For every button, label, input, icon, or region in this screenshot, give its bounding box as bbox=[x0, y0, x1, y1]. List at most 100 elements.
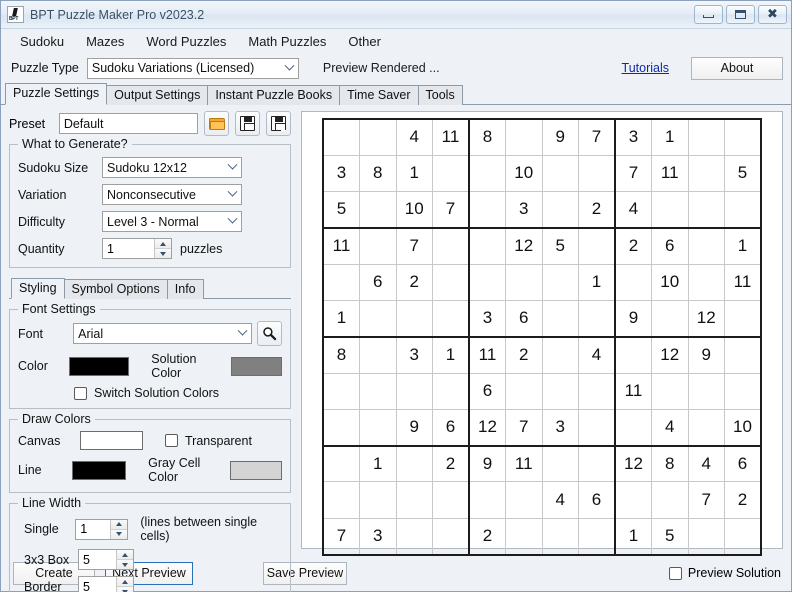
sudoku-cell[interactable]: 1 bbox=[359, 444, 397, 483]
sudoku-cell[interactable]: 6 bbox=[505, 299, 543, 338]
sudoku-cell[interactable] bbox=[432, 517, 470, 556]
sudoku-cell[interactable]: 2 bbox=[432, 444, 470, 483]
single-stepper[interactable]: 1 bbox=[75, 518, 129, 540]
sudoku-cell[interactable]: 4 bbox=[687, 444, 725, 483]
sudoku-cell[interactable]: 2 bbox=[468, 517, 506, 556]
sudoku-cell[interactable]: 2 bbox=[614, 226, 652, 265]
tab-info[interactable]: Info bbox=[166, 279, 204, 299]
about-button[interactable]: About bbox=[691, 56, 783, 80]
sudoku-cell[interactable]: 6 bbox=[724, 444, 762, 483]
menu-item-word-puzzles[interactable]: Word Puzzles bbox=[135, 31, 237, 52]
sudoku-cell[interactable]: 4 bbox=[541, 481, 579, 519]
quantity-decrement[interactable] bbox=[155, 249, 171, 258]
sudoku-cell[interactable]: 6 bbox=[432, 408, 470, 447]
preset-input[interactable]: Default bbox=[58, 113, 199, 134]
sudoku-cell[interactable] bbox=[614, 481, 652, 519]
sudoku-cell[interactable] bbox=[322, 481, 360, 519]
sudoku-cell[interactable]: 5 bbox=[651, 517, 689, 556]
sudoku-cell[interactable]: 9 bbox=[687, 335, 725, 374]
sudoku-cell[interactable] bbox=[687, 263, 725, 301]
sudoku-cell[interactable]: 7 bbox=[687, 481, 725, 519]
sudoku-cell[interactable]: 3 bbox=[359, 517, 397, 556]
sudoku-cell[interactable] bbox=[578, 408, 616, 447]
canvas-swatch[interactable] bbox=[80, 431, 143, 450]
sudoku-cell[interactable]: 1 bbox=[724, 226, 762, 265]
tab-time-saver[interactable]: Time Saver bbox=[339, 85, 419, 105]
sudoku-cell[interactable] bbox=[468, 263, 506, 301]
sudoku-cell[interactable] bbox=[395, 372, 433, 410]
difficulty-select[interactable]: Level 3 - Normal bbox=[102, 211, 242, 232]
minimize-icon[interactable] bbox=[694, 5, 723, 24]
folder-open-icon[interactable] bbox=[204, 111, 230, 136]
sudoku-cell[interactable] bbox=[395, 299, 433, 338]
puzzle-preview-canvas[interactable]: 4 11 8 9 7 3 1 3 8 1 10 7 11 5 5 10 7 3 2 4 11 7 12 5 2 6 1 6 2 1 10 11… bbox=[301, 111, 783, 556]
sudoku-cell[interactable] bbox=[578, 517, 616, 556]
sudoku-cell[interactable]: 11 bbox=[505, 444, 543, 483]
sudoku-cell[interactable]: 11 bbox=[651, 154, 689, 193]
box-increment[interactable] bbox=[117, 550, 133, 560]
single-increment[interactable] bbox=[111, 519, 128, 530]
sudoku-cell[interactable]: 7 bbox=[614, 154, 652, 193]
sudoku-cell[interactable] bbox=[541, 517, 579, 556]
sudoku-cell[interactable] bbox=[724, 299, 762, 338]
magnifier-icon[interactable] bbox=[257, 321, 282, 346]
sudoku-cell[interactable] bbox=[505, 117, 543, 156]
sudoku-cell[interactable] bbox=[724, 335, 762, 374]
sudoku-cell[interactable] bbox=[578, 372, 616, 410]
sudoku-cell[interactable] bbox=[687, 226, 725, 265]
single-spin-buttons[interactable] bbox=[110, 519, 128, 539]
sudoku-cell[interactable] bbox=[578, 154, 616, 193]
sudoku-cell[interactable]: 9 bbox=[395, 408, 433, 447]
sudoku-cell[interactable]: 4 bbox=[651, 408, 689, 447]
sudoku-cell[interactable]: 7 bbox=[432, 191, 470, 229]
variation-select[interactable]: Nonconsecutive bbox=[102, 184, 242, 205]
menu-item-math-puzzles[interactable]: Math Puzzles bbox=[237, 31, 337, 52]
sudoku-cell[interactable]: 11 bbox=[432, 117, 470, 156]
sudoku-cell[interactable]: 8 bbox=[359, 154, 397, 193]
sudoku-cell[interactable]: 9 bbox=[468, 444, 506, 483]
sudoku-cell[interactable] bbox=[724, 117, 762, 156]
sudoku-cell[interactable]: 1 bbox=[614, 517, 652, 556]
sudoku-cell[interactable]: 6 bbox=[359, 263, 397, 301]
sudoku-cell[interactable] bbox=[395, 481, 433, 519]
menu-item-other[interactable]: Other bbox=[337, 31, 392, 52]
single-decrement[interactable] bbox=[111, 529, 128, 539]
sudoku-cell[interactable]: 6 bbox=[468, 372, 506, 410]
sudoku-cell[interactable] bbox=[724, 517, 762, 556]
switch-solution-colors-checkbox[interactable] bbox=[74, 386, 87, 400]
tutorials-link[interactable]: Tutorials bbox=[622, 61, 669, 75]
sudoku-cell[interactable] bbox=[322, 263, 360, 301]
sudoku-cell[interactable] bbox=[724, 372, 762, 410]
save-icon[interactable] bbox=[235, 111, 261, 136]
sudoku-cell[interactable] bbox=[614, 408, 652, 447]
sudoku-cell[interactable]: 8 bbox=[322, 335, 360, 374]
sudoku-cell[interactable] bbox=[322, 117, 360, 156]
sudoku-cell[interactable]: 2 bbox=[395, 263, 433, 301]
sudoku-cell[interactable] bbox=[541, 191, 579, 229]
quantity-stepper[interactable]: 1 bbox=[102, 238, 172, 259]
save-as-icon[interactable]: + bbox=[266, 111, 291, 136]
sudoku-cell[interactable] bbox=[468, 226, 506, 265]
tab-instant-puzzle-books[interactable]: Instant Puzzle Books bbox=[207, 85, 341, 105]
sudoku-cell[interactable]: 2 bbox=[505, 335, 543, 374]
menu-item-sudoku[interactable]: Sudoku bbox=[9, 31, 75, 52]
border-stepper[interactable]: 5 bbox=[78, 576, 134, 592]
sudoku-cell[interactable] bbox=[432, 226, 470, 265]
sudoku-cell[interactable] bbox=[432, 154, 470, 193]
quantity-spin-buttons[interactable] bbox=[154, 239, 171, 258]
menu-item-mazes[interactable]: Mazes bbox=[75, 31, 135, 52]
sudoku-cell[interactable]: 1 bbox=[395, 154, 433, 193]
border-increment[interactable] bbox=[117, 577, 133, 587]
sudoku-cell[interactable]: 11 bbox=[724, 263, 762, 301]
line-swatch[interactable] bbox=[71, 460, 127, 480]
sudoku-cell[interactable]: 1 bbox=[322, 299, 360, 338]
sudoku-cell[interactable]: 11 bbox=[322, 226, 360, 265]
sudoku-cell[interactable]: 6 bbox=[578, 481, 616, 519]
gray-cell-color-swatch[interactable] bbox=[229, 460, 282, 480]
sudoku-cell[interactable] bbox=[468, 154, 506, 193]
sudoku-cell[interactable] bbox=[359, 335, 397, 374]
sudoku-cell[interactable] bbox=[541, 335, 579, 374]
sudoku-cell[interactable]: 7 bbox=[578, 117, 616, 156]
puzzle-type-select[interactable]: Sudoku Variations (Licensed) bbox=[86, 57, 299, 79]
sudoku-cell[interactable]: 11 bbox=[614, 372, 652, 410]
